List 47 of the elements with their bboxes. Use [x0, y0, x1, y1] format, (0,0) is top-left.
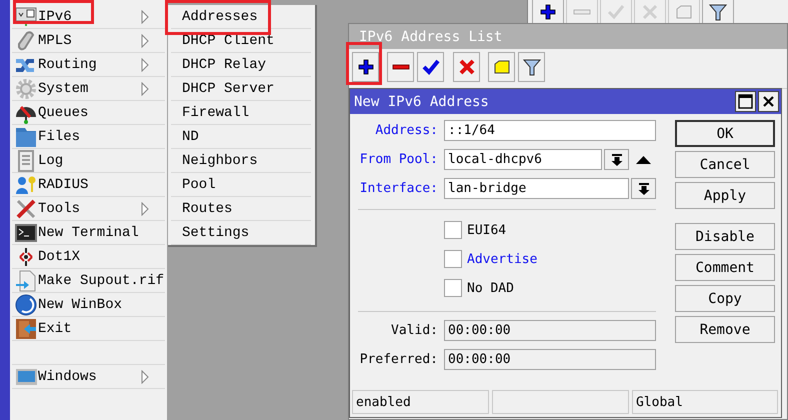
dialog-button[interactable]: Comment — [675, 254, 775, 281]
dialog-button[interactable]: Copy — [675, 285, 775, 312]
menu-item[interactable]: Exit — [12, 317, 165, 341]
menu-item[interactable]: Log — [12, 149, 165, 173]
input-field[interactable]: ::1/64 — [444, 120, 656, 141]
submenu-item[interactable]: DHCP Client — [171, 29, 311, 53]
menu-item[interactable]: Windows — [12, 365, 165, 389]
menu-item[interactable]: IPv6 — [12, 5, 165, 29]
field-label: Valid: — [390, 323, 439, 338]
window-title: IPv6 Address List — [349, 24, 787, 49]
dialog-button[interactable]: Apply — [675, 182, 775, 209]
checkbox-label: EUI64 — [467, 222, 506, 238]
submenu-item[interactable]: DHCP Server — [171, 77, 311, 101]
checkbox-label: No DAD — [467, 280, 514, 296]
submenu-item[interactable]: Settings — [171, 221, 311, 245]
dialog-button[interactable]: Remove — [675, 316, 775, 343]
submenu-item[interactable]: DHCP Relay — [171, 53, 311, 77]
menu-item[interactable]: System — [12, 77, 165, 101]
dialog-button[interactable]: Disable — [675, 223, 775, 250]
field-label: Interface: — [358, 181, 439, 196]
submenu-item[interactable]: Routes — [171, 197, 311, 221]
menu-item[interactable]: Files — [12, 125, 165, 149]
field-label: Address: — [374, 123, 439, 138]
status-cell: Global — [632, 390, 778, 414]
menu-item[interactable]: New Terminal — [12, 221, 165, 245]
input-field[interactable]: local-dhcpv6 — [444, 149, 602, 170]
input-field[interactable]: lan-bridge — [444, 178, 629, 199]
dialog-button[interactable]: Cancel — [675, 151, 775, 178]
menu-item[interactable]: Dot1X — [12, 245, 165, 269]
field-label: From Pool: — [358, 152, 439, 167]
dialog-button[interactable]: OK — [675, 120, 775, 147]
menu-item[interactable]: Queues — [12, 101, 165, 125]
menu-item[interactable]: New WinBox — [12, 293, 165, 317]
submenu-item[interactable]: Neighbors — [171, 149, 311, 173]
submenu-item[interactable]: ND — [171, 125, 311, 149]
status-cell: enabled — [352, 390, 489, 414]
submenu-item[interactable]: Addresses — [171, 5, 311, 29]
menu-item[interactable]: Tools — [12, 197, 165, 221]
checkbox-label: Advertise — [467, 252, 538, 266]
submenu-item[interactable]: Firewall — [171, 101, 311, 125]
menu-item[interactable]: RADIUS — [12, 173, 165, 197]
field-label: Preferred: — [358, 352, 439, 367]
menu-item[interactable]: Routing — [12, 53, 165, 77]
submenu-item[interactable]: Pool — [171, 173, 311, 197]
menu-item[interactable]: Make Supout.rif — [12, 269, 165, 293]
dialog-title: New IPv6 Address — [354, 94, 490, 110]
menu-item[interactable]: MPLS — [12, 29, 165, 53]
